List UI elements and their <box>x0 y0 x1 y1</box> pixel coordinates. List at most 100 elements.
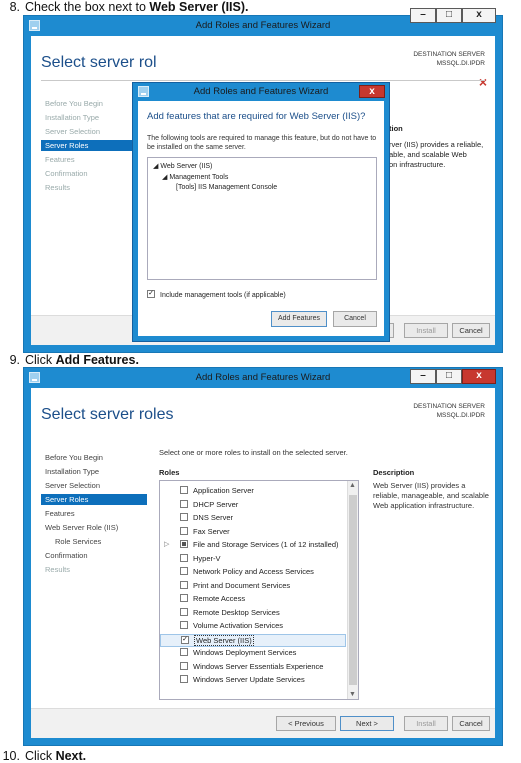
role-row[interactable]: Windows Deployment Services <box>160 647 346 660</box>
window-title: Add Roles and Features Wizard <box>195 372 331 383</box>
destination-name: MSSQL.DI.IPDR <box>436 60 485 67</box>
minimize-button[interactable]: – <box>410 369 436 384</box>
role-checkbox[interactable] <box>180 499 188 508</box>
roles-scrollbar[interactable]: ▲ ▼ <box>347 481 358 699</box>
step-number: 10. <box>2 749 20 763</box>
role-label: Application Server <box>193 486 254 495</box>
role-checkbox[interactable] <box>180 540 188 549</box>
roles-list[interactable]: Application Server DHCP Server DNS Server F… <box>159 480 359 700</box>
role-row[interactable]: Fax Server <box>160 526 346 539</box>
destination-label: DESTINATION SERVER <box>413 403 485 410</box>
role-row[interactable]: Remote Desktop Services <box>160 607 346 620</box>
role-checkbox[interactable] <box>180 513 188 522</box>
expand-triangle-icon[interactable]: ◢ <box>153 163 158 170</box>
role-checkbox[interactable] <box>180 553 188 562</box>
nav-web-server-role[interactable]: Web Server Role (IIS) <box>41 522 147 533</box>
role-row[interactable]: ▷ File and Storage Services (1 of 12 inst… <box>160 539 346 552</box>
page-title: Select server rol <box>41 54 157 71</box>
role-row[interactable]: DHCP Server <box>160 499 346 512</box>
warning-x-icon: × <box>478 74 487 90</box>
roles-header: Roles <box>159 468 180 477</box>
role-checkbox[interactable] <box>180 661 188 670</box>
role-checkbox[interactable] <box>180 607 188 616</box>
role-checkbox[interactable] <box>180 526 188 535</box>
nav-server-selection[interactable]: Server Selection <box>41 480 147 491</box>
wizard-footer: < Previous Next > Install Cancel <box>31 708 495 738</box>
install-button[interactable]: Install <box>404 323 448 338</box>
role-row[interactable]: DNS Server <box>160 512 346 525</box>
role-row[interactable]: Hyper-V <box>160 553 346 566</box>
role-checkbox[interactable] <box>180 648 188 657</box>
role-checkbox[interactable] <box>181 635 189 644</box>
role-row[interactable]: Windows Server Update Services <box>160 674 346 687</box>
window-title: Add Roles and Features Wizard <box>195 20 331 31</box>
description-header: Description <box>373 468 415 477</box>
close-button[interactable]: x <box>462 369 496 384</box>
role-label: Windows Server Update Services <box>193 675 305 684</box>
title-bar: Add Roles and Features Wizard – □ x <box>24 368 502 388</box>
role-checkbox[interactable] <box>180 621 188 630</box>
previous-button[interactable]: < Previous <box>276 716 336 731</box>
minimize-button[interactable]: – <box>410 8 436 23</box>
include-tools-label: Include management tools (if applicable) <box>160 291 286 299</box>
role-checkbox[interactable] <box>180 486 188 495</box>
nav-confirmation[interactable]: Confirmation <box>41 550 147 561</box>
role-checkbox[interactable] <box>180 594 188 603</box>
title-bar: Add Roles and Features Wizard – □ x <box>24 8 502 36</box>
role-row[interactable]: Remote Access <box>160 593 346 606</box>
add-features-dialog: Add Roles and Features Wizard x Add feat… <box>132 82 390 342</box>
dialog-title-bar: Add Roles and Features Wizard x <box>133 83 389 101</box>
step-text: Check the box next to <box>25 0 150 14</box>
include-tools-checkbox[interactable] <box>147 290 155 298</box>
nav-role-services[interactable]: Role Services <box>41 536 147 547</box>
role-row[interactable]: Application Server <box>160 485 346 498</box>
role-row[interactable]: Windows Server Essentials Experience <box>160 661 346 674</box>
expand-triangle-icon[interactable]: ◢ <box>162 174 167 181</box>
description-fragment: rver (IIS) provides a reliable, able, an… <box>389 140 483 170</box>
cancel-button[interactable]: Cancel <box>452 716 490 731</box>
include-tools-option[interactable]: Include management tools (if applicable) <box>147 290 286 299</box>
description-line: able, and scalable Web <box>389 150 467 159</box>
role-label: Web Server (IIS) <box>194 634 254 646</box>
role-label: Volume Activation Services <box>193 621 284 630</box>
step-9: 9. Click Add Features. <box>0 353 139 367</box>
role-row[interactable]: Network Policy and Access Services <box>160 566 346 579</box>
app-icon <box>138 86 149 97</box>
step-10: 10. Click Next. <box>0 749 87 763</box>
tree-node: ◢ Management Tools <box>162 173 228 181</box>
app-icon <box>29 20 40 31</box>
role-checkbox[interactable] <box>180 567 188 576</box>
next-button[interactable]: Next > <box>340 716 394 731</box>
role-label: Remote Desktop Services <box>193 607 280 617</box>
nav-server-roles[interactable]: Server Roles <box>41 494 147 505</box>
nav-features[interactable]: Features <box>41 508 147 519</box>
expand-triangle-icon[interactable]: ▷ <box>164 539 169 551</box>
tree-label: Management Tools <box>169 174 229 181</box>
destination-server: DESTINATION SERVER MSSQL.DI.IPDR <box>413 50 485 68</box>
dialog-close-button[interactable]: x <box>359 85 385 98</box>
scroll-down-icon[interactable]: ▼ <box>349 691 356 698</box>
scroll-up-icon[interactable]: ▲ <box>349 482 356 489</box>
cancel-button[interactable]: Cancel <box>452 323 490 338</box>
tree-label: Web Server (IIS) <box>160 163 213 170</box>
scroll-thumb[interactable] <box>349 495 357 685</box>
role-row[interactable]: Volume Activation Services <box>160 620 346 633</box>
role-label: Windows Deployment Services <box>193 648 297 657</box>
dialog-cancel-button[interactable]: Cancel <box>333 311 377 327</box>
app-icon <box>29 372 40 383</box>
add-features-button[interactable]: Add Features <box>271 311 327 327</box>
nav-results[interactable]: Results <box>41 564 147 575</box>
role-checkbox[interactable] <box>180 675 188 684</box>
maximize-button[interactable]: □ <box>436 369 462 384</box>
step-number: 8. <box>9 0 20 14</box>
role-row[interactable]: Web Server (IIS) <box>160 633 346 647</box>
role-label: DNS Server <box>193 513 234 522</box>
nav-installation-type[interactable]: Installation Type <box>41 466 147 477</box>
install-button[interactable]: Install <box>404 716 448 731</box>
role-row[interactable]: Print and Document Services <box>160 580 346 593</box>
close-button[interactable]: x <box>462 8 496 23</box>
step-target: Web Server (IIS). <box>149 0 249 14</box>
role-checkbox[interactable] <box>180 580 188 589</box>
maximize-button[interactable]: □ <box>436 8 462 23</box>
nav-before-you-begin[interactable]: Before You Begin <box>41 452 147 463</box>
